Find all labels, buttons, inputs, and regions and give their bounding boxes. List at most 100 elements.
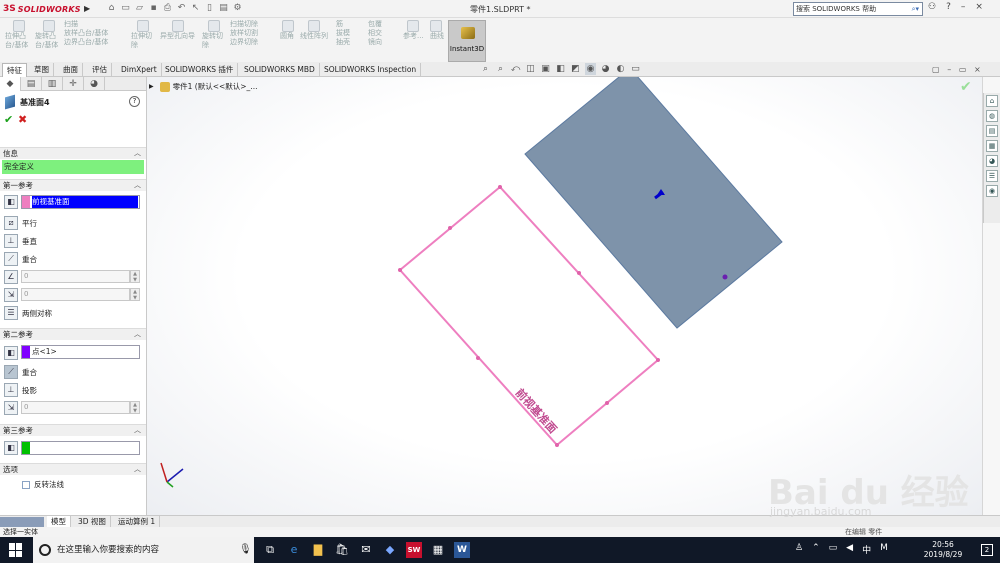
file-properties-icon[interactable]: ▤ bbox=[218, 2, 229, 14]
plane-handle[interactable] bbox=[398, 268, 402, 272]
dynamic-annotation-icon[interactable]: ▣ bbox=[540, 63, 551, 75]
input-method-label[interactable]: 中 bbox=[862, 543, 871, 556]
undo-icon[interactable]: ↶ bbox=[176, 2, 187, 14]
distance-input-2[interactable]: 0 bbox=[21, 401, 130, 414]
forum-icon[interactable]: ◉ bbox=[986, 185, 998, 197]
loft-boss-button[interactable]: 放样凸台/基体 bbox=[64, 29, 108, 37]
word-icon[interactable]: W bbox=[454, 542, 470, 558]
taskbar-search-box[interactable]: 在这里输入你要搜索的内容 🎙 bbox=[33, 537, 254, 563]
distance-input[interactable]: 0 bbox=[21, 288, 130, 301]
distance-icon[interactable]: ⇲ bbox=[4, 288, 18, 302]
model-viewport[interactable]: 前视基准面 bbox=[147, 77, 982, 515]
tab-evaluate[interactable]: 评估 bbox=[88, 63, 112, 77]
confirm-ok-icon[interactable]: ✔ bbox=[960, 79, 972, 95]
collapse-chevron-icon[interactable]: ︿ bbox=[134, 464, 141, 475]
ribbon-linear-pattern[interactable]: 线性阵列 bbox=[300, 20, 328, 41]
distance-icon[interactable]: ⇲ bbox=[4, 401, 18, 415]
plane-handle[interactable] bbox=[656, 358, 660, 362]
dimxpert-manager-icon[interactable]: ✛ bbox=[63, 77, 84, 91]
draft-button[interactable]: 拔模 bbox=[336, 29, 350, 37]
mirror-button[interactable]: 镜向 bbox=[368, 38, 382, 46]
media-app-icon[interactable]: ▦ bbox=[430, 542, 446, 558]
ribbon-hole-wizard[interactable]: 异型孔向导 bbox=[160, 20, 195, 41]
lofted-cut-button[interactable]: 放样切割 bbox=[230, 29, 258, 37]
options-gear-icon[interactable]: ⚙ bbox=[232, 2, 243, 14]
mail-icon[interactable]: ✉ bbox=[358, 542, 374, 558]
angle-spinner[interactable]: ▲ ▼ bbox=[130, 270, 140, 283]
rib-button[interactable]: 筋 bbox=[336, 20, 343, 28]
ribbon-extrude-cut[interactable]: 拉伸切 除 bbox=[131, 20, 152, 50]
plane-handle[interactable] bbox=[476, 356, 480, 360]
minimize-icon[interactable]: – bbox=[961, 2, 966, 12]
option-coincident-2[interactable]: ⟋ 重合 bbox=[4, 364, 37, 380]
shell-button[interactable]: 抽壳 bbox=[336, 38, 350, 46]
collapse-chevron-icon[interactable]: ︿ bbox=[134, 148, 141, 159]
tab-mbd[interactable]: SOLIDWORKS MBD bbox=[240, 63, 320, 77]
ribbon-rib-draft-shell[interactable]: 筋 拔模 抽壳 bbox=[336, 20, 350, 47]
intersect-button[interactable]: 相交 bbox=[368, 29, 382, 37]
section-options-header[interactable]: 选项 ︿ bbox=[0, 463, 146, 475]
home-icon[interactable]: ⌂ bbox=[106, 2, 117, 14]
store-icon[interactable]: 🛍 bbox=[334, 542, 350, 558]
network-icon[interactable]: ▭ bbox=[829, 543, 838, 556]
edit-appearance-icon[interactable]: ◕ bbox=[600, 63, 611, 75]
ok-check-icon[interactable]: ✔ bbox=[4, 113, 13, 126]
distance-spinner[interactable]: ▲ ▼ bbox=[130, 288, 140, 301]
section-third-reference-header[interactable]: 第三参考 ︿ bbox=[0, 424, 146, 436]
angle-icon[interactable]: ∠ bbox=[4, 270, 18, 284]
property-manager-icon[interactable]: ▤ bbox=[21, 77, 42, 91]
ribbon-revolve-cut[interactable]: 旋转切 除 bbox=[202, 20, 223, 50]
plane-preview[interactable] bbox=[524, 77, 783, 329]
windows-start-icon[interactable] bbox=[9, 543, 23, 557]
cancel-x-icon[interactable]: ✖ bbox=[18, 113, 27, 126]
plane-handle[interactable] bbox=[555, 443, 559, 447]
edge-browser-icon[interactable]: e bbox=[286, 542, 302, 558]
show-hidden-icons-chevron-icon[interactable]: ⌃ bbox=[812, 543, 820, 556]
tab-sketch[interactable]: 草图 bbox=[30, 63, 54, 77]
tab-motion-study[interactable]: 运动算例 1 bbox=[114, 516, 161, 527]
collapse-chevron-icon[interactable]: ︿ bbox=[134, 425, 141, 436]
first-reference-selection[interactable]: 前视基准面 bbox=[21, 195, 140, 209]
action-center-icon[interactable]: 2 bbox=[981, 544, 993, 556]
rebuild-icon[interactable]: ▯ bbox=[204, 2, 215, 14]
zoom-to-fit-icon[interactable]: ⌕ bbox=[480, 63, 491, 75]
tab-dimxpert[interactable]: DimXpert bbox=[117, 63, 162, 77]
tab-inspection[interactable]: SOLIDWORKS Inspection bbox=[320, 63, 422, 77]
section-view-icon[interactable]: ◫ bbox=[525, 63, 536, 75]
help-search-input[interactable]: 搜索 SOLIDWORKS 帮助 ⌕▾ bbox=[793, 2, 923, 16]
ribbon-curves[interactable]: 曲线 bbox=[430, 20, 444, 41]
hide-show-items-icon[interactable]: ◉ bbox=[585, 63, 596, 75]
display-style-icon[interactable]: ◩ bbox=[570, 63, 581, 75]
view-orientation-icon[interactable]: ◧ bbox=[555, 63, 566, 75]
task-view-icon[interactable]: ⧉ bbox=[262, 542, 278, 558]
user-icon[interactable]: ⚇ bbox=[928, 2, 936, 12]
custom-properties-icon[interactable]: ☰ bbox=[986, 170, 998, 182]
ribbon-reference-geometry[interactable]: 参考... bbox=[403, 20, 424, 41]
section-first-reference-header[interactable]: 第一参考 ︿ bbox=[0, 179, 146, 191]
tab-model[interactable]: 模型 bbox=[47, 516, 71, 527]
ime-mode-label[interactable]: M bbox=[880, 543, 888, 556]
plane-handle[interactable] bbox=[448, 226, 452, 230]
zoom-area-icon[interactable]: ⌕ bbox=[495, 63, 506, 75]
apply-scene-icon[interactable]: ◐ bbox=[615, 63, 626, 75]
plane-handle[interactable] bbox=[577, 271, 581, 275]
design-library-icon[interactable]: ◍ bbox=[986, 110, 998, 122]
feedback-app-icon[interactable]: ◆ bbox=[382, 542, 398, 558]
flip-normal-checkbox[interactable]: 反转法线 bbox=[22, 479, 64, 490]
select-cursor-icon[interactable]: ↖ bbox=[190, 2, 201, 14]
file-explorer-icon[interactable]: ▇ bbox=[310, 542, 326, 558]
wrap-button[interactable]: 包覆 bbox=[368, 20, 382, 28]
instant3d-button[interactable]: Instant3D bbox=[448, 20, 486, 62]
print-icon[interactable]: ⎙ bbox=[162, 2, 173, 14]
open-folder-icon[interactable]: ▱ bbox=[134, 2, 145, 14]
option-mid-plane[interactable]: ☰ 两侧对称 bbox=[4, 305, 52, 321]
resources-home-icon[interactable]: ⌂ bbox=[986, 95, 998, 107]
collapse-chevron-icon[interactable]: ︿ bbox=[134, 180, 141, 191]
microphone-icon[interactable]: 🎙 bbox=[239, 537, 252, 563]
option-parallel[interactable]: ⧄ 平行 bbox=[4, 215, 37, 231]
save-icon[interactable]: ▪ bbox=[148, 2, 159, 14]
swept-cut-button[interactable]: 扫描切除 bbox=[230, 20, 258, 28]
taskbar-clock[interactable]: 20:56 2019/8/29 bbox=[921, 540, 965, 560]
ribbon-revolve-boss[interactable]: 旋转凸 台/基体 bbox=[35, 20, 58, 50]
ribbon-fillet[interactable]: 圆角 bbox=[280, 20, 294, 41]
